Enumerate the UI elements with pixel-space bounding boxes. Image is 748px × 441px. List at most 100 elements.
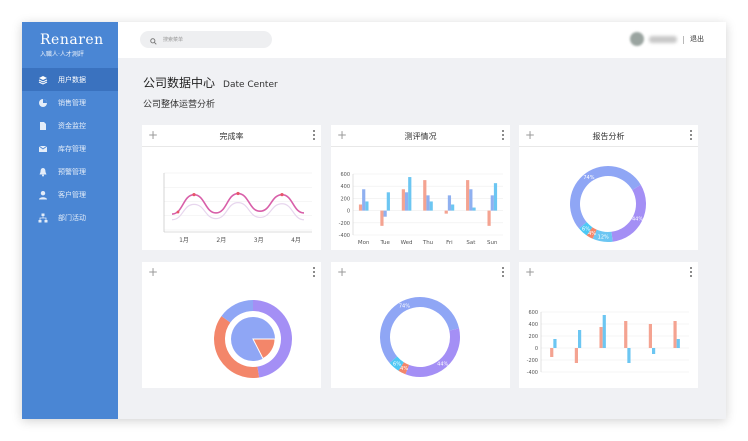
bar [602,315,606,348]
bar [553,339,557,348]
app-frame: Renaren 入職人·人才測評 用户数据 销售管理 资金监控 库存管理 预警管… [22,22,726,419]
search-input[interactable]: 搜索菜单 [140,31,272,48]
card-title: 报告分析 [592,132,625,141]
y-tick-label: -200 [527,358,538,364]
bar [599,327,603,348]
card-header: + 测评情况 [331,125,510,147]
sidebar-item-label: 库存管理 [58,144,86,153]
page-title-zh: 公司数据中心 [143,76,216,90]
y-tick-label: 600 [528,310,538,316]
brand-logo[interactable]: Renaren 入職人·人才測評 [40,32,104,58]
page-title-en: Date Center [223,80,278,90]
y-tick-label: 0 [347,209,350,215]
user-area: | 退出 [630,32,704,46]
slice-label: 6% [582,227,590,233]
document-icon [38,121,48,131]
sidebar-item-label: 部门活动 [58,213,86,222]
bar [426,195,430,211]
bar [574,348,578,363]
y-tick-label: -400 [339,233,350,239]
card-title: 测评情况 [404,132,437,141]
more-icon[interactable] [689,266,692,278]
bar [358,204,363,211]
slice-label: 12% [598,235,609,241]
brand-tagline: 入職人·人才測評 [40,51,84,58]
bar [383,210,387,217]
data-point [192,193,196,197]
sidebar: Renaren 入職人·人才測評 用户数据 销售管理 资金监控 库存管理 预警管… [22,22,118,419]
y-tick-label: 200 [528,334,538,340]
card-header: + 完成率 [142,125,321,147]
add-icon[interactable]: + [148,265,158,279]
card-header: + 报告分析 [519,125,698,147]
bar [401,189,405,211]
user-name[interactable] [649,35,678,43]
add-icon[interactable]: + [525,265,535,279]
donut-slice [405,328,460,377]
x-tick-label: Sat [466,240,476,246]
bar [466,180,470,211]
sidebar-item-label: 预警管理 [58,167,86,176]
slice-label: 74% [399,304,410,310]
bottom-middle-donut-chart: 74% 44% 4%6% [380,297,460,377]
card-report: + 报告分析 74% 44% 12% 4% 6% [519,125,698,250]
more-icon[interactable] [689,129,692,141]
sidebar-item-inventory[interactable]: 库存管理 [22,137,118,160]
bar [673,321,677,348]
x-tick-label: Sun [487,240,498,246]
more-icon[interactable] [312,129,315,141]
sidebar-item-sales[interactable]: 销售管理 [22,91,118,114]
more-icon[interactable] [501,129,504,141]
logout-button[interactable]: 退出 [690,34,704,44]
bar [429,201,433,211]
sidebar-item-label: 资金监控 [58,121,86,130]
bell-icon [38,167,48,177]
avatar[interactable] [630,32,645,46]
y-tick-label: 200 [340,196,350,202]
mail-icon [38,144,48,154]
y-tick-label: 0 [535,346,538,352]
y-tick-label: 400 [340,184,350,190]
series-line [171,202,305,221]
card-header: + [519,262,698,282]
add-icon[interactable]: + [337,265,347,279]
bar [444,210,448,214]
bar [408,177,412,211]
sidebar-item-funds[interactable]: 资金监控 [22,114,118,137]
top-bar: 搜索菜单 | 退出 [118,22,726,58]
x-tick-label: 2月 [216,237,226,244]
sidebar-item-customers[interactable]: 客户管理 [22,183,118,206]
card-evaluation: + 测评情况 600 400 200 0 -200 -400 Mon Tue Wed Thu Fri… [331,125,510,250]
bar [648,324,652,348]
bar [365,201,369,211]
x-tick-label: Tue [379,240,390,246]
bar [627,348,631,363]
sidebar-nav: 用户数据 销售管理 资金监控 库存管理 预警管理 客户管理 部门活动 [22,68,118,229]
sidebar-item-departments[interactable]: 部门活动 [22,206,118,229]
divider: | [682,34,685,44]
data-point [280,193,284,197]
completion-line-chart: 1月 2月 3月 4月 [163,172,312,244]
donut-slice [611,184,646,242]
sidebar-item-alerts[interactable]: 预警管理 [22,160,118,183]
bar [469,189,473,211]
x-tick-label: Wed [401,240,413,246]
bar [550,348,554,357]
bottom-right-bar-chart: 600 400 200 0 -200 -400 [527,310,689,376]
page-title: 公司数据中心 Date Center [143,74,278,91]
layers-icon [38,75,48,85]
more-icon[interactable] [501,266,504,278]
bar [451,204,455,211]
brand-name: Renaren [40,32,104,48]
x-tick-label: Thu [422,240,433,246]
page-subtitle: 公司整体运营分析 [143,100,216,110]
search-icon [150,30,157,49]
card-completion: + 完成率 1月 2月 3月 4月 [142,125,321,250]
sidebar-item-user-data[interactable]: 用户数据 [22,68,118,91]
slice-label: 44% [437,362,448,368]
slice-label: 4% [400,366,408,372]
more-icon[interactable] [312,266,315,278]
evaluation-bar-chart: 600 400 200 0 -200 -400 Mon Tue Wed Thu Fri Sat Sun [339,172,503,246]
slice-label: 74% [583,175,594,181]
card-bottom-middle: + 74% 44% 4% 6% [331,262,510,388]
